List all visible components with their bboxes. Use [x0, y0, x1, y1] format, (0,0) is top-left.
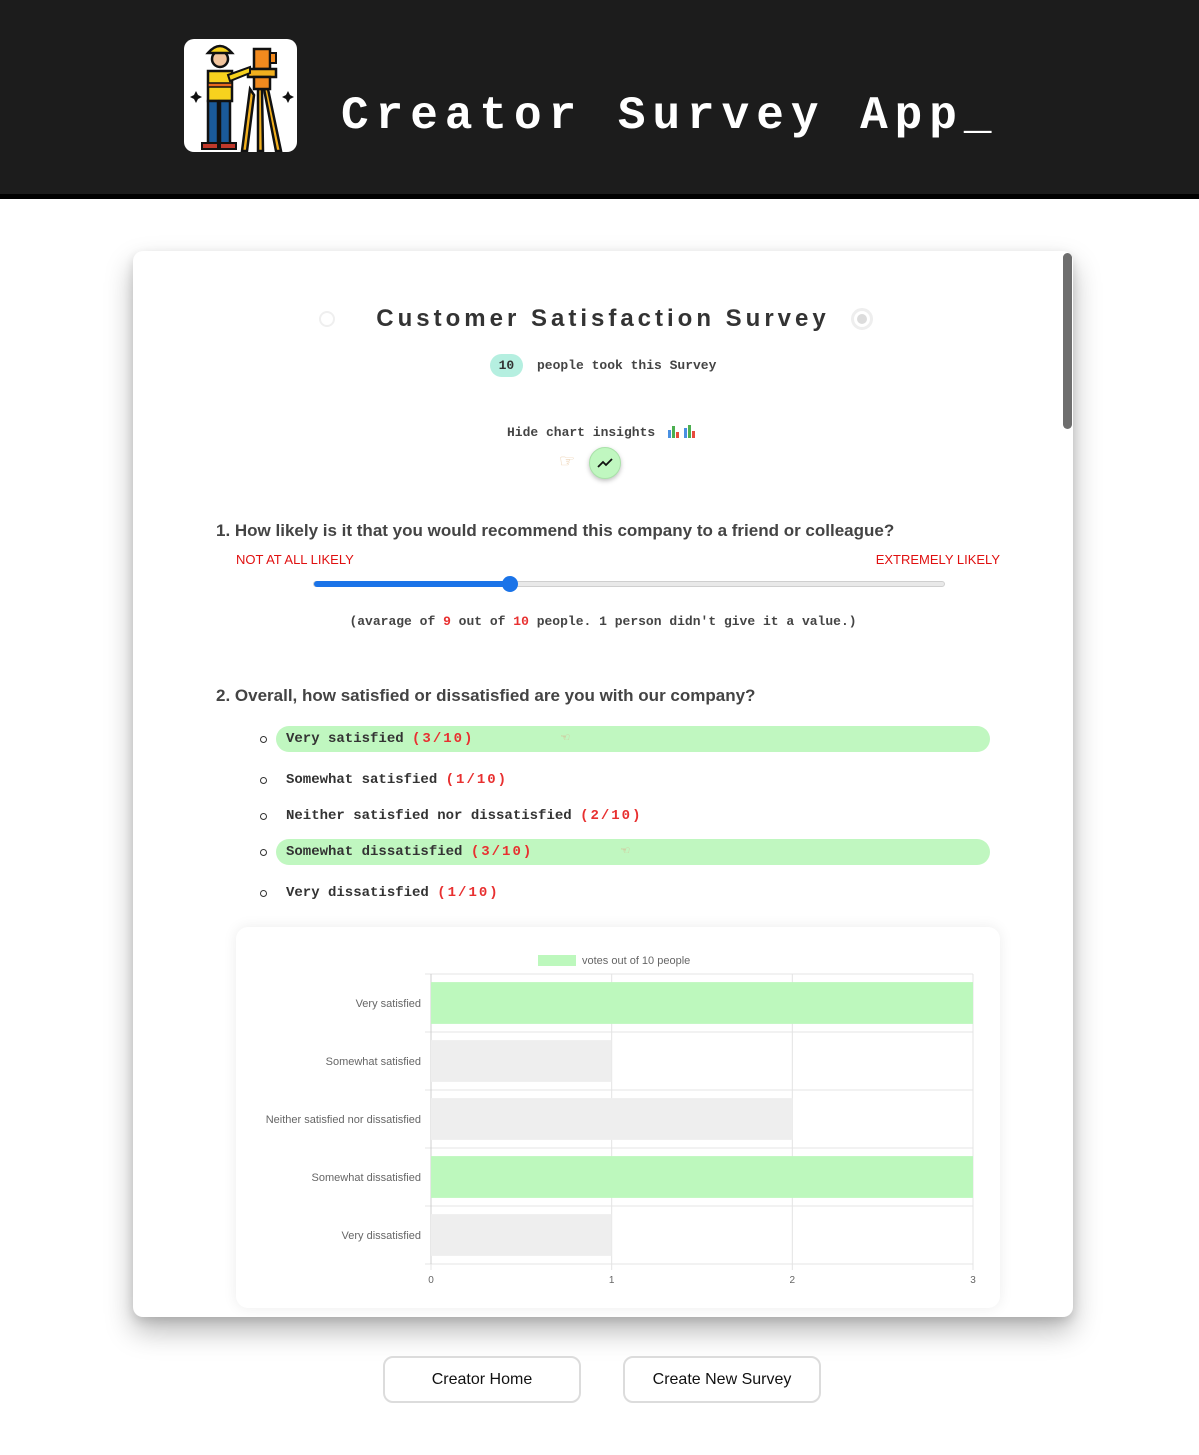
- answer-option-body: Very satisfied (3/10) ☜: [276, 726, 990, 752]
- x-tick-label: 2: [790, 1275, 796, 1286]
- avg-count: 9: [443, 614, 451, 629]
- avg-prefix: (avarage of: [349, 614, 444, 629]
- surveyor-icon[interactable]: [184, 39, 297, 152]
- answer-option-count: (3/10): [470, 844, 534, 860]
- bullet-icon: [260, 736, 267, 743]
- app-header: Creator Survey App_: [0, 0, 1199, 199]
- answer-option-body: Somewhat dissatisfied (3/10) ☜: [276, 839, 990, 865]
- results-chart: votes out of 10 people 0 1 2 3 Very satisfied…: [236, 927, 1000, 1308]
- pointing-hand-icon: ☜: [561, 731, 570, 747]
- results-bar-chart: votes out of 10 people 0 1 2 3 Very satisfied…: [266, 955, 976, 1286]
- y-category-label: Very dissatisfied: [342, 1230, 421, 1242]
- answer-option-label: Very dissatisfied: [286, 885, 438, 901]
- avg-mid: out of: [450, 614, 514, 629]
- creator-home-button[interactable]: Creator Home: [383, 1356, 581, 1403]
- bar-somewhat-satisfied: [431, 1040, 612, 1082]
- answer-option: Very dissatisfied (1/10): [258, 880, 1000, 906]
- ring-icon: [851, 308, 873, 330]
- x-tick-label: 3: [970, 1275, 976, 1286]
- respondent-count-badge: 10: [489, 354, 524, 377]
- x-tick-label: 1: [609, 1275, 615, 1286]
- answer-option-count: (3/10): [412, 731, 475, 747]
- y-category-label: Somewhat dissatisfied: [312, 1172, 421, 1184]
- bullet-icon: [260, 890, 267, 897]
- bullet-icon: [260, 849, 267, 856]
- bullet-icon: [260, 777, 267, 784]
- bar-somewhat-dissatisfied: [431, 1156, 973, 1198]
- answer-option-label: Very satisfied: [286, 731, 413, 747]
- insights-toggle: ☞: [559, 447, 639, 481]
- slider-thumb[interactable]: [501, 576, 518, 592]
- answer-option-label: Somewhat satisfied: [286, 772, 446, 788]
- answer-option-count: (1/10): [445, 772, 509, 788]
- create-new-survey-button[interactable]: Create New Survey: [623, 1356, 821, 1403]
- answer-option: Neither satisfied nor dissatisfied (2/10…: [258, 803, 1000, 829]
- bar-chart-icon: [667, 424, 699, 442]
- answer-option: Somewhat satisfied (1/10): [258, 767, 1000, 793]
- answer-option-body: Very dissatisfied (1/10): [276, 880, 990, 906]
- answer-option-label: Somewhat dissatisfied: [286, 844, 471, 860]
- bar-neither-satisfied-nor-dissatisfied: [431, 1098, 793, 1140]
- legend-label: votes out of 10 people: [582, 955, 690, 967]
- legend-swatch: [538, 955, 576, 966]
- y-category-label: Somewhat satisfied: [326, 1056, 421, 1068]
- respondent-count-text: people took this Survey: [536, 358, 717, 373]
- answer-option-body: Neither satisfied nor dissatisfied (2/10…: [276, 803, 990, 829]
- insights-toggle-button[interactable]: [589, 447, 621, 479]
- answer-option: Very satisfied (3/10) ☜: [258, 726, 1000, 752]
- slider-fill: [314, 581, 510, 587]
- survey-results-card: Customer Satisfaction Survey 10 people t…: [133, 251, 1073, 1317]
- app-title: Creator Survey App_: [341, 90, 999, 142]
- scale-min-label: NOT AT ALL LIKELY: [236, 552, 354, 567]
- answer-option-count: (2/10): [580, 808, 643, 824]
- avg-total: 10: [513, 614, 529, 629]
- scale-max-label: EXTREMELY LIKELY: [875, 552, 1000, 567]
- respondent-count: 10 people took this Survey: [133, 354, 1073, 377]
- bullet-icon: [260, 813, 267, 820]
- pointing-hand-icon: ☜: [621, 844, 630, 860]
- y-category-label: Neither satisfied nor dissatisfied: [266, 1114, 421, 1126]
- pointing-hand-icon: ☞: [559, 451, 576, 471]
- scrollbar-thumb[interactable]: [1063, 253, 1072, 429]
- answer-option-count: (1/10): [437, 885, 500, 901]
- avg-suffix: people. 1 person didn't give it a value.…: [528, 614, 857, 629]
- insights-label: Hide chart insights: [506, 425, 656, 440]
- chart-insights-toggle-label: Hide chart insights: [133, 424, 1073, 442]
- x-tick-label: 0: [428, 1275, 434, 1286]
- question-2-title: 2. Overall, how satisfied or dissatisfie…: [216, 686, 756, 705]
- survey-title: Customer Satisfaction Survey: [376, 305, 830, 332]
- y-category-label: Very satisfied: [356, 998, 421, 1010]
- scrollbar[interactable]: [1062, 251, 1073, 1317]
- average-summary: (avarage of 9 out of 10 people. 1 person…: [133, 614, 1073, 629]
- question-1-title: 1. How likely is it that you would recom…: [216, 521, 895, 540]
- answer-options-list: Very satisfied (3/10) ☜ Somewhat satisfied…: [258, 726, 1000, 916]
- bar-very-satisfied: [431, 982, 973, 1024]
- bar-very-dissatisfied: [431, 1214, 612, 1256]
- answer-option-label: Neither satisfied nor dissatisfied: [286, 808, 581, 824]
- answer-option: Somewhat dissatisfied (3/10) ☜: [258, 839, 1000, 865]
- likelihood-slider[interactable]: [313, 576, 945, 592]
- answer-option-body: Somewhat satisfied (1/10): [276, 767, 990, 793]
